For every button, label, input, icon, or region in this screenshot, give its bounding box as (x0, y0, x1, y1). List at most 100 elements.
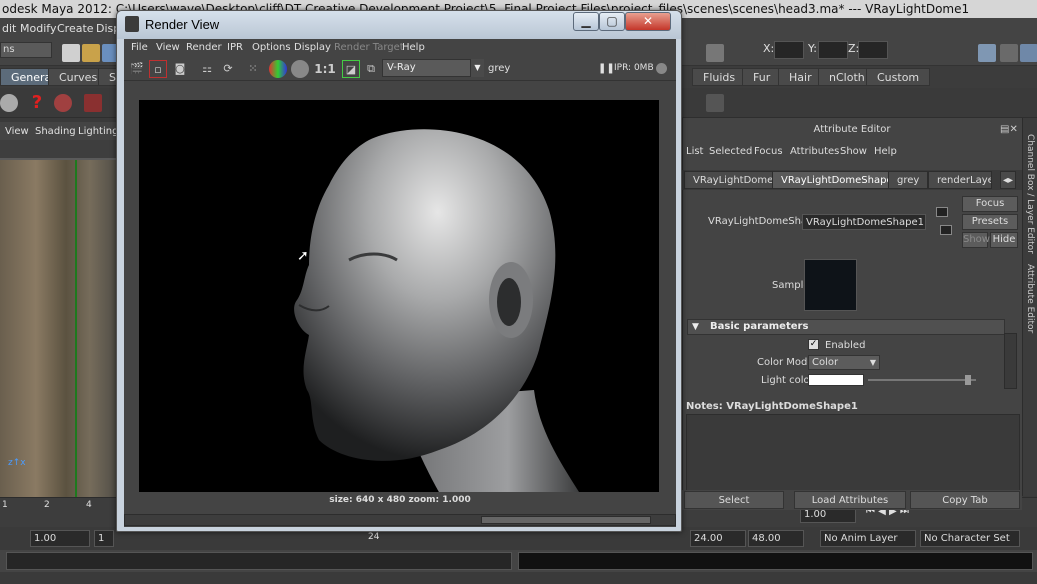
rv-menu-display[interactable]: Display (294, 42, 331, 53)
enabled-checkbox[interactable]: ✓ (808, 339, 819, 350)
close-button[interactable]: ✕ (625, 12, 671, 31)
show-button[interactable]: Show (962, 232, 990, 248)
shelf-tab-custom[interactable]: Custom (866, 68, 931, 86)
real-size-button[interactable]: 1:1 (314, 60, 336, 78)
focus-button[interactable]: Focus (962, 196, 1018, 212)
z-field[interactable] (858, 41, 888, 59)
maximize-button[interactable]: ▢ (599, 12, 625, 31)
channel-box-side-tab[interactable]: Channel Box / Layer Editor (1025, 134, 1035, 254)
rv-menu-render[interactable]: Render (186, 42, 222, 53)
rv-menu-ipr[interactable]: IPR (227, 42, 243, 53)
panel-float-icon[interactable]: ▤✕ (1000, 124, 1020, 136)
viewport-menu-shading[interactable]: Shading (35, 126, 76, 137)
end-time-field[interactable]: 24.00 (690, 530, 746, 547)
viewport-menu-view[interactable]: View (5, 126, 29, 137)
color-mode-label: Color Mode (757, 357, 814, 368)
light-color-slider[interactable] (868, 379, 976, 381)
vray-icon[interactable] (84, 94, 102, 112)
y-field[interactable] (818, 41, 848, 59)
ae-menu-attributes[interactable]: Attributes (790, 146, 839, 157)
render-settings-icon[interactable]: ⁙ (244, 60, 262, 78)
render-view-scrollbar[interactable] (124, 514, 676, 526)
presets-button[interactable]: Presets (962, 214, 1018, 230)
render-image[interactable]: ➚ (139, 100, 659, 492)
viewport-menu-lighting[interactable]: Lighting (78, 126, 118, 137)
scrollbar-thumb[interactable] (481, 516, 651, 524)
tab-scroll-icon[interactable]: ◂▸ (1000, 171, 1016, 189)
pause-ipr-icon[interactable]: ❚❚ (598, 63, 615, 74)
ae-menu-selected[interactable]: Selected (709, 146, 752, 157)
sample-swatch[interactable] (804, 259, 857, 311)
remove-image-icon[interactable]: ⧉ (362, 60, 380, 78)
basic-parameters-section[interactable]: ▼ Basic parameters (687, 319, 1005, 335)
x-label: X: (763, 42, 775, 55)
mode-dropdown[interactable]: ns (0, 42, 52, 58)
render-region-icon[interactable]: ▫ (149, 60, 167, 78)
select-button[interactable]: Select (684, 491, 784, 509)
ae-menu-show[interactable]: Show (840, 146, 867, 157)
rgb-channel-icon[interactable] (269, 60, 287, 78)
ipr-render-icon[interactable]: ⚏ (198, 60, 216, 78)
help-icon[interactable]: ? (28, 94, 46, 112)
attribute-editor-menu: List Selected Focus Attributes Show Help (682, 143, 1022, 161)
renderer-dropdown[interactable]: V-Ray ▼ (382, 59, 484, 77)
character-set-dropdown[interactable]: No Character Set (920, 530, 1020, 547)
playback-end-field[interactable]: 48.00 (748, 530, 804, 547)
snap-icon[interactable] (706, 44, 724, 62)
tool-settings-icon[interactable] (1000, 44, 1018, 62)
color-mode-dropdown[interactable]: Color ▼ (808, 355, 880, 370)
notes-textarea[interactable] (686, 414, 1020, 492)
keep-image-icon[interactable]: ◪ (342, 60, 360, 78)
render-view-titlebar[interactable]: Render View ▁ ▢ ✕ (117, 11, 681, 39)
ae-menu-list[interactable]: List (686, 146, 703, 157)
collapse-arrow-icon: ▼ (692, 322, 699, 332)
x-field[interactable] (774, 41, 804, 59)
minimize-button[interactable]: ▁ (573, 12, 599, 31)
rv-menu-help[interactable]: Help (402, 42, 425, 53)
anim-layer-dropdown[interactable]: No Anim Layer (820, 530, 916, 547)
rv-menu-view[interactable]: View (156, 42, 180, 53)
output-connection-icon[interactable] (940, 225, 952, 235)
input-connection-icon[interactable] (936, 207, 948, 217)
node-name-field[interactable]: VRayLightDomeShape1 (802, 214, 926, 230)
refresh-icon[interactable]: ⟳ (219, 60, 237, 78)
timeline-tick: 2 (44, 500, 50, 510)
menu-create[interactable]: Create (57, 22, 94, 35)
film-reel-icon[interactable] (0, 94, 18, 112)
rv-menu-file[interactable]: File (131, 42, 148, 53)
light-color-slider-handle[interactable] (965, 375, 971, 385)
open-scene-icon[interactable] (82, 44, 100, 62)
hide-button[interactable]: Hide (990, 232, 1018, 248)
menu-edit[interactable]: dit (2, 22, 16, 35)
attribute-editor-side-tab[interactable]: Attribute Editor (1025, 264, 1035, 333)
range-start-field[interactable]: 1 (94, 530, 114, 547)
tab-renderlayermanager[interactable]: renderLayerM (928, 171, 992, 189)
viewport-scene[interactable]: z↑x (0, 160, 120, 497)
menu-modify[interactable]: Modify (20, 22, 56, 35)
alpha-channel-icon[interactable] (291, 60, 309, 78)
ae-scrollbar[interactable] (1004, 333, 1017, 389)
ae-menu-help[interactable]: Help (874, 146, 897, 157)
start-time-field[interactable]: 1.00 (30, 530, 90, 547)
shelf-tool-icon[interactable] (706, 94, 724, 112)
load-attributes-button[interactable]: Load Attributes (794, 491, 906, 509)
mel-input[interactable] (6, 552, 512, 570)
timeline-tick: 1 (2, 500, 8, 510)
shelf-tab-fur[interactable]: Fur (742, 68, 782, 86)
render-status-text: size: 640 x 480 zoom: 1.000 (329, 495, 471, 505)
shelf-tab-hair[interactable]: Hair (778, 68, 823, 86)
rv-menu-options[interactable]: Options (252, 42, 291, 53)
redo-render-icon[interactable]: 🎬 (128, 60, 146, 78)
light-color-swatch[interactable] (808, 374, 864, 386)
ae-menu-focus[interactable]: Focus (754, 146, 783, 157)
copy-tab-button[interactable]: Copy Tab (910, 491, 1020, 509)
rv-menu-render-target[interactable]: Render Target (334, 42, 404, 53)
channel-box-icon[interactable] (1020, 44, 1037, 62)
snapshot-icon[interactable]: ◙ (171, 60, 189, 78)
new-scene-icon[interactable] (62, 44, 80, 62)
shelf-tab-fluids[interactable]: Fluids (692, 68, 747, 86)
render-settings-icon[interactable] (54, 94, 72, 112)
attribute-editor-toggle-icon[interactable] (978, 44, 996, 62)
side-tab-strip: Channel Box / Layer Editor Attribute Edi… (1022, 118, 1037, 496)
tab-grey[interactable]: grey (888, 171, 929, 189)
